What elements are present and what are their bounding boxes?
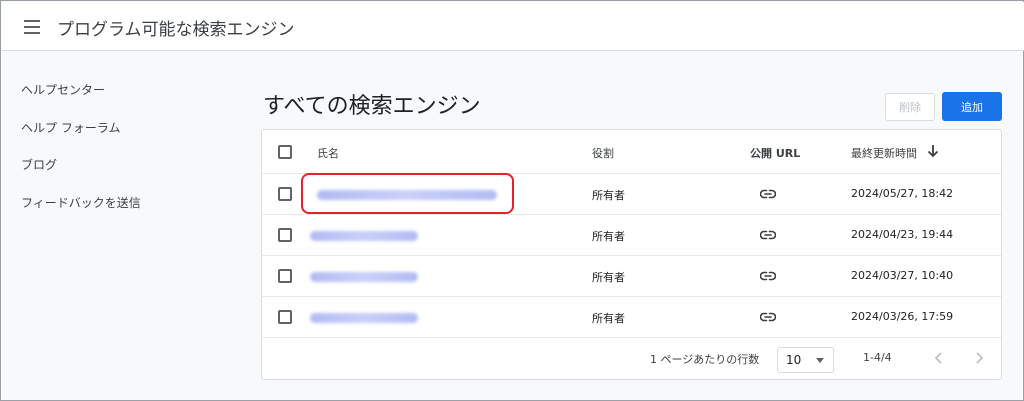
role-cell: 所有者 [592,312,625,325]
column-header-role[interactable]: 役割 [592,145,614,161]
column-header-public-url: 公開 URL [750,147,801,160]
sidebar-item-blog[interactable]: ブログ [21,156,57,173]
row-checkbox[interactable] [278,310,292,324]
column-header-last-updated[interactable]: 最終更新時間 [851,145,917,161]
rows-per-page-select[interactable]: 10 [777,347,834,373]
table-row[interactable]: 所有者 2024/03/27, 10:40 [262,256,1001,297]
link-icon[interactable] [760,189,776,199]
column-header-name[interactable]: 氏名 [317,145,339,161]
rows-per-page-value: 10 [786,353,802,367]
sidebar-item-help-forum[interactable]: ヘルプ フォーラム [21,119,120,136]
chevron-left-icon[interactable] [932,351,946,365]
last-updated-cell: 2024/03/27, 10:40 [851,269,954,282]
role-cell: 所有者 [592,230,625,243]
last-updated-cell: 2024/03/26, 17:59 [851,310,954,323]
role-cell: 所有者 [592,189,625,202]
app-window: プログラム可能な検索エンジン ヘルプセンター ヘルプ フォーラム ブログ フィー… [0,0,1024,401]
table-row[interactable]: 所有者 2024/04/23, 19:44 [262,215,1001,256]
delete-button[interactable]: 削除 [885,93,935,121]
role-cell: 所有者 [592,271,625,284]
select-all-checkbox[interactable] [278,145,292,159]
link-icon[interactable] [760,230,776,240]
engine-name-link[interactable] [310,272,418,282]
menu-icon[interactable] [24,20,40,34]
engine-name-link[interactable] [310,313,418,323]
link-icon[interactable] [760,271,776,281]
sort-descending-icon[interactable] [927,144,939,158]
engine-name-link[interactable] [310,231,418,241]
sidebar-item-help-center[interactable]: ヘルプセンター [21,81,105,98]
rows-per-page-label: 1 ページあたりの行数 [650,353,760,366]
row-checkbox[interactable] [278,269,292,283]
pagination-range: 1-4/4 [863,351,892,364]
row-checkbox[interactable] [278,187,292,201]
page-title: すべての検索エンジン [263,94,481,119]
search-engine-table: 氏名 役割 公開 URL 最終更新時間 所有者 2024/05/27, 18:4… [261,129,1002,380]
app-title: プログラム可能な検索エンジン [57,20,295,40]
chevron-down-icon [816,358,824,363]
sidebar-item-send-feedback[interactable]: フィードバックを送信 [21,194,141,211]
add-button[interactable]: 追加 [942,92,1002,121]
engine-name-link[interactable] [317,190,497,200]
table-row[interactable]: 所有者 2024/03/26, 17:59 [262,297,1001,338]
row-checkbox[interactable] [278,228,292,242]
table-row[interactable]: 所有者 2024/05/27, 18:42 [262,174,1001,215]
link-icon[interactable] [760,312,776,322]
last-updated-cell: 2024/04/23, 19:44 [851,228,954,241]
chevron-right-icon[interactable] [972,351,986,365]
table-header-row: 氏名 役割 公開 URL 最終更新時間 [262,130,1001,174]
top-app-bar: プログラム可能な検索エンジン [2,2,1024,51]
last-updated-cell: 2024/05/27, 18:42 [851,187,954,200]
